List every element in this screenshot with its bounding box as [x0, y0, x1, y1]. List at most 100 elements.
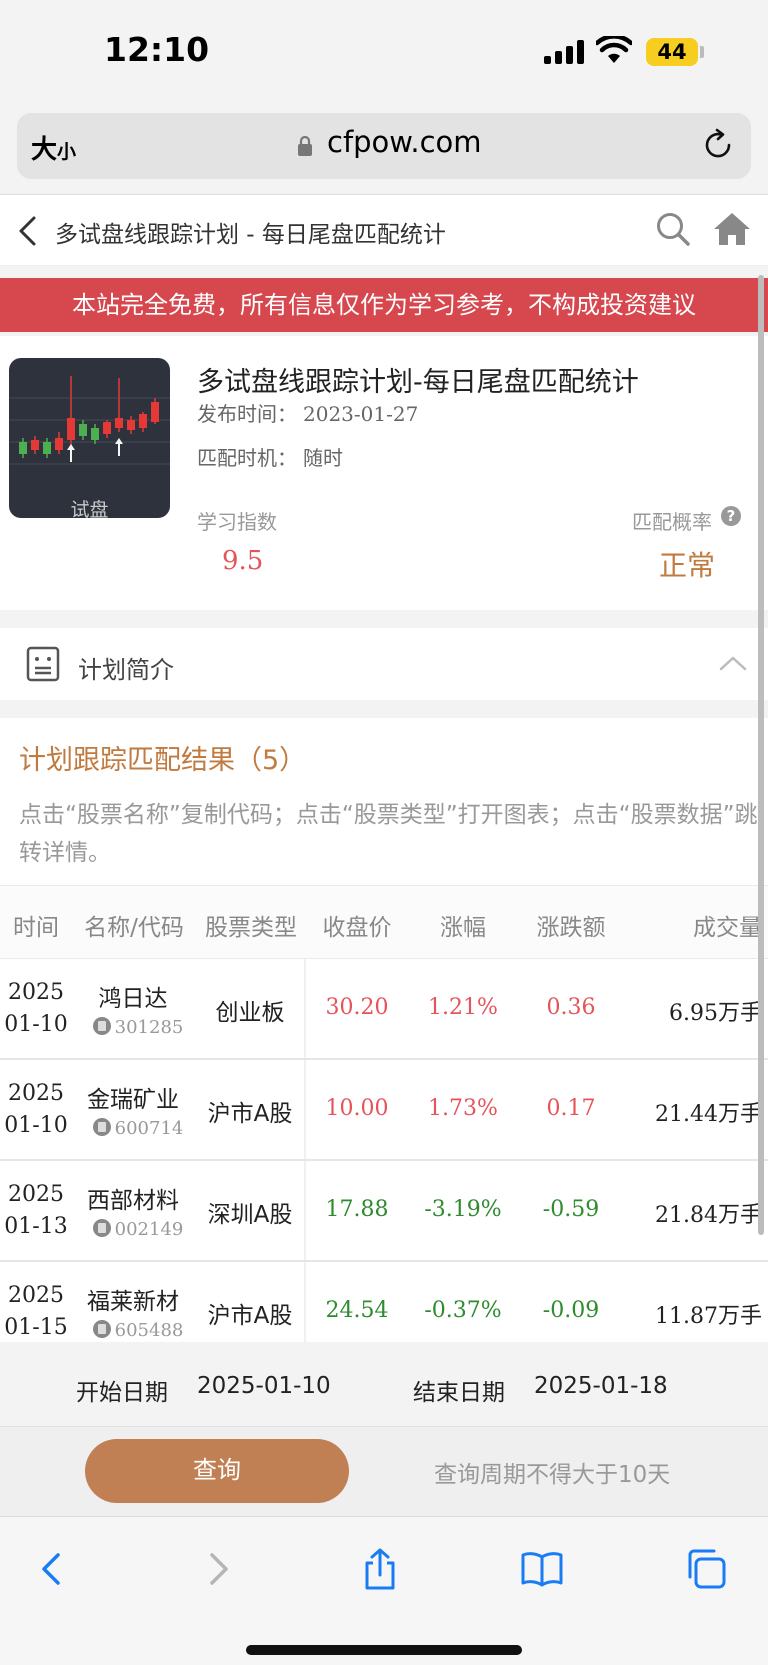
battery-icon: 44 — [646, 38, 698, 66]
table-row: 2025 01-15 福莱新材 605488 沪市A股 24.54 -0.37% … — [0, 1262, 768, 1342]
back-icon[interactable] — [14, 215, 42, 247]
browser-forward-icon[interactable] — [196, 1547, 240, 1591]
header-volume: 成交量 — [693, 915, 762, 941]
study-index-label: 学习指数 — [197, 510, 277, 534]
change-amount[interactable]: -0.59 — [521, 1197, 621, 1222]
scrollbar[interactable] — [758, 275, 764, 1235]
row-monthday: 01-15 — [4, 1315, 68, 1340]
match-info: 匹配时机： 随时 — [197, 442, 343, 471]
battery-tip — [700, 46, 704, 58]
stock-code[interactable]: 301285 — [88, 1017, 188, 1038]
url-text[interactable]: cfpow.com — [327, 125, 482, 159]
reload-icon[interactable] — [701, 128, 735, 162]
header-time: 时间 — [13, 915, 59, 941]
query-date-range: 开始日期 2025-01-10 结束日期 2025-01-18 — [0, 1353, 768, 1425]
stock-code[interactable]: 600714 — [88, 1118, 188, 1139]
cellular-signal-icon — [544, 40, 586, 64]
table-row: 2025 01-13 西部材料 002149 深圳A股 17.88 -3.19% … — [0, 1161, 768, 1262]
stock-name[interactable]: 金瑞矿业 — [78, 1080, 188, 1114]
stock-code[interactable]: 605488 — [88, 1320, 188, 1341]
plan-thumbnail: 试盘 — [9, 358, 170, 518]
results-hint: 点击“股票名称”复制代码；点击“股票类型”打开图表；点击“股票数据”跳转详情。 — [19, 802, 758, 866]
text-size-button[interactable]: 大小 — [31, 129, 76, 166]
end-date-field[interactable]: 2025-01-18 — [534, 1373, 668, 1399]
row-date: 2025 01-13 — [0, 1179, 72, 1243]
change-amount[interactable]: -0.09 — [521, 1298, 621, 1323]
stock-name[interactable]: 鸿日达 — [78, 979, 188, 1013]
header-change-pct: 涨幅 — [440, 915, 486, 941]
change-pct[interactable]: 1.73% — [413, 1096, 513, 1121]
stock-name[interactable]: 西部材料 — [78, 1181, 188, 1215]
change-pct[interactable]: -3.19% — [413, 1197, 513, 1222]
stock-name[interactable]: 福莱新材 — [78, 1282, 188, 1316]
change-pct[interactable]: 1.21% — [413, 995, 513, 1020]
plan-intro-section[interactable]: 计划简介 — [0, 628, 768, 700]
tabs-icon[interactable] — [684, 1547, 728, 1591]
volume[interactable]: 21.84万手 — [622, 1197, 768, 1229]
stock-type[interactable]: 沪市A股 — [190, 1296, 310, 1330]
close-price[interactable]: 24.54 — [307, 1298, 407, 1323]
row-monthday: 01-10 — [4, 1113, 68, 1138]
chevron-up-icon[interactable] — [718, 654, 748, 672]
close-price[interactable]: 17.88 — [307, 1197, 407, 1222]
home-indicator — [246, 1645, 522, 1655]
publish-date: 2023-01-27 — [303, 402, 419, 426]
publish-info: 发布时间： 2023-01-27 — [197, 398, 418, 427]
volume[interactable]: 21.44万手 — [622, 1096, 768, 1128]
lock-icon — [298, 135, 312, 156]
search-icon[interactable] — [655, 211, 691, 247]
share-icon[interactable] — [358, 1547, 402, 1591]
plan-title: 多试盘线跟踪计划-每日尾盘匹配统计 — [197, 367, 639, 398]
volume[interactable]: 6.95万手 — [622, 995, 768, 1027]
browser-back-icon[interactable] — [30, 1547, 74, 1591]
row-monthday: 01-13 — [4, 1214, 68, 1239]
row-year: 2025 — [8, 1182, 64, 1207]
help-icon[interactable]: ? — [721, 506, 741, 526]
thumbnail-label: 试盘 — [70, 499, 109, 518]
wifi-icon — [596, 36, 632, 63]
start-date-field[interactable]: 2025-01-10 — [197, 1373, 331, 1399]
change-amount[interactable]: 0.17 — [521, 1096, 621, 1121]
query-period-note: 查询周期不得大于10天 — [434, 1462, 671, 1488]
status-bar: 12:10 44 — [0, 0, 768, 100]
close-price[interactable]: 10.00 — [307, 1096, 407, 1121]
table-row: 2025 01-10 鸿日达 301285 创业板 30.20 1.21% 0.3… — [0, 959, 768, 1060]
stock-type[interactable]: 深圳A股 — [190, 1195, 310, 1229]
match-probability-label: 匹配概率 — [632, 510, 712, 534]
bookmarks-icon[interactable] — [520, 1547, 564, 1591]
stock-type[interactable]: 创业板 — [190, 993, 310, 1027]
browser-toolbar — [0, 1516, 768, 1665]
results-title: 计划跟踪匹配结果（5） — [19, 745, 307, 776]
copy-icon — [92, 1017, 111, 1035]
change-amount[interactable]: 0.36 — [521, 995, 621, 1020]
home-icon[interactable] — [712, 211, 752, 247]
change-pct[interactable]: -0.37% — [413, 1298, 513, 1323]
stock-code-value: 002149 — [114, 1219, 184, 1240]
page-header: 多试盘线跟踪计划 - 每日尾盘匹配统计 — [0, 194, 768, 266]
match-probability-value: 正常 — [659, 549, 716, 582]
candlestick-chart-icon — [9, 376, 170, 465]
status-time: 12:10 — [104, 30, 210, 69]
page-title: 多试盘线跟踪计划 - 每日尾盘匹配统计 — [55, 222, 446, 248]
query-button[interactable]: 查询 — [85, 1439, 349, 1503]
header-close: 收盘价 — [322, 915, 392, 941]
text-size-small: 小 — [57, 141, 77, 163]
stock-code[interactable]: 002149 — [88, 1219, 188, 1240]
copy-icon — [92, 1118, 111, 1136]
results-section: 计划跟踪匹配结果（5） 点击“股票名称”复制代码；点击“股票类型”打开图表；点击… — [0, 718, 768, 885]
stock-code-value: 605488 — [114, 1320, 184, 1341]
study-index-value: 9.5 — [222, 546, 264, 576]
publish-label: 发布时间： — [197, 402, 297, 426]
close-price[interactable]: 30.20 — [307, 995, 407, 1020]
plan-card: 试盘 多试盘线跟踪计划-每日尾盘匹配统计 发布时间： 2023-01-27 匹配时… — [0, 336, 768, 610]
stock-type[interactable]: 沪市A股 — [190, 1094, 310, 1128]
row-year: 2025 — [8, 1081, 64, 1106]
volume[interactable]: 11.87万手 — [622, 1298, 768, 1330]
url-bar[interactable]: 大小 cfpow.com — [17, 113, 751, 179]
copy-icon — [92, 1219, 111, 1237]
disclaimer-banner: 本站完全免费，所有信息仅作为学习参考，不构成投资建议 — [0, 278, 768, 332]
start-date-label: 开始日期 — [76, 1380, 168, 1406]
results-table: 时间 名称/代码 股票类型 收盘价 涨幅 涨跌额 成交量 2025 01-10 鸿… — [0, 885, 768, 1342]
header-stock-type: 股票类型 — [205, 915, 297, 941]
row-monthday: 01-10 — [4, 1012, 68, 1037]
